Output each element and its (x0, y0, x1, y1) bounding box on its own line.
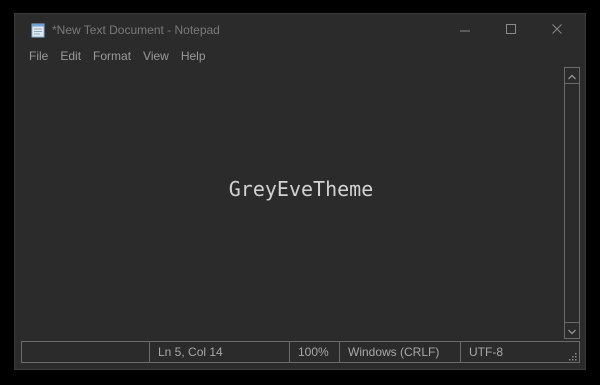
minimize-button[interactable] (442, 14, 488, 46)
menu-view[interactable]: View (137, 46, 175, 66)
menu-bar: File Edit Format View Help (23, 46, 212, 66)
menu-format[interactable]: Format (87, 46, 137, 66)
zoom-level: 100% (289, 342, 339, 362)
text-editor-area[interactable]: GreyEveTheme (21, 66, 564, 340)
menu-file[interactable]: File (23, 46, 54, 66)
notepad-icon (31, 22, 45, 38)
close-icon (552, 21, 562, 39)
status-bar: Ln 5, Col 14 100% Windows (CRLF) UTF-8 (21, 341, 580, 363)
minimize-icon (460, 21, 470, 39)
line-ending: Windows (CRLF) (339, 342, 460, 362)
encoding: UTF-8 (460, 342, 579, 362)
resize-grip-icon[interactable] (567, 350, 577, 361)
scroll-down-button[interactable] (565, 323, 579, 338)
title-bar[interactable]: *New Text Document - Notepad (15, 14, 585, 46)
menu-help[interactable]: Help (175, 46, 212, 66)
chevron-down-icon (568, 322, 576, 340)
editor-content[interactable]: GreyEveTheme (21, 177, 581, 201)
cursor-position: Ln 5, Col 14 (149, 342, 289, 362)
window-title: *New Text Document - Notepad (52, 23, 220, 37)
scroll-up-button[interactable] (565, 68, 579, 83)
scrollbar-track[interactable] (564, 83, 580, 323)
close-button[interactable] (534, 14, 580, 46)
chevron-up-icon (568, 67, 576, 85)
notepad-window: *New Text Document - Notepad File Edit F… (14, 13, 586, 370)
status-cell-empty (22, 342, 149, 362)
vertical-scrollbar[interactable] (564, 67, 580, 339)
menu-edit[interactable]: Edit (54, 46, 87, 66)
maximize-icon (506, 21, 516, 39)
maximize-button[interactable] (488, 14, 534, 46)
